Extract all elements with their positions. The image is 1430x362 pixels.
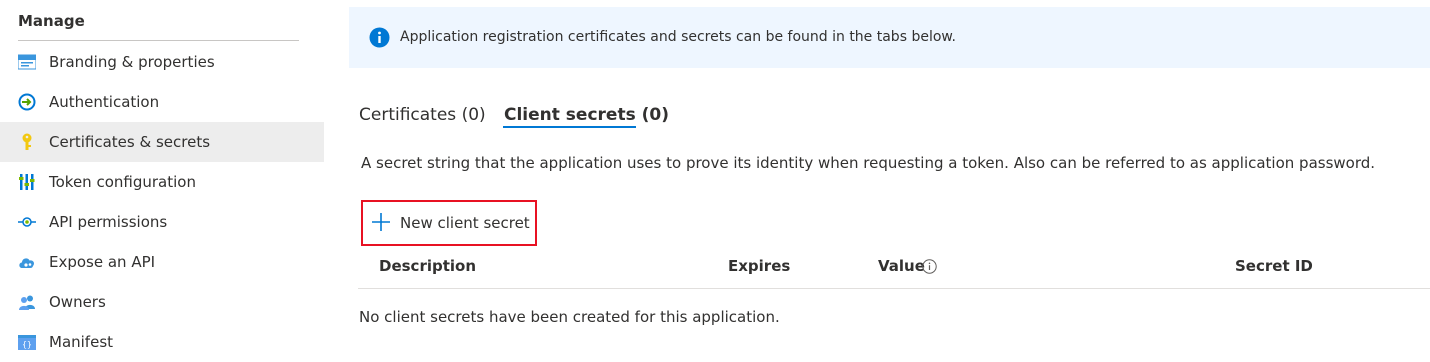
empty-table-message: No client secrets have been created for … xyxy=(359,308,780,326)
authentication-icon xyxy=(18,93,36,111)
sidebar: Manage Branding & properties Authenticat… xyxy=(0,0,325,362)
new-client-secret-label: New client secret xyxy=(400,214,530,232)
branding-icon xyxy=(18,53,36,71)
plus-icon xyxy=(371,212,391,232)
new-client-secret-button[interactable]: New client secret xyxy=(361,200,537,246)
sidebar-item-label: Owners xyxy=(49,293,106,311)
section-title-manage: Manage xyxy=(18,12,85,30)
sidebar-item-label: Manifest xyxy=(49,333,114,351)
api-permissions-icon xyxy=(18,213,36,231)
sidebar-item-expose-api[interactable]: Expose an API xyxy=(0,242,324,282)
svg-text:{}: {} xyxy=(22,340,32,349)
sidebar-item-owners[interactable]: Owners xyxy=(0,282,324,322)
tab-certificates[interactable]: Certificates (0) xyxy=(359,105,486,125)
column-header-value[interactable]: Value xyxy=(878,257,925,275)
key-icon xyxy=(18,133,36,151)
owners-icon xyxy=(18,293,36,311)
column-header-expires[interactable]: Expires xyxy=(728,257,790,275)
info-icon xyxy=(369,27,390,48)
info-banner: Application registration certificates an… xyxy=(349,7,1430,68)
sidebar-item-label: Branding & properties xyxy=(49,53,215,71)
sidebar-item-api-permissions[interactable]: API permissions xyxy=(0,202,324,242)
sidebar-item-manifest[interactable]: {} Manifest xyxy=(0,322,324,362)
column-header-secret-id[interactable]: Secret ID xyxy=(1235,257,1313,275)
table-header-divider xyxy=(358,288,1430,289)
sidebar-item-label: Token configuration xyxy=(49,173,196,191)
sidebar-item-label: API permissions xyxy=(49,213,168,231)
tab-client-secrets[interactable]: Client secrets (0) xyxy=(504,105,669,125)
section-divider xyxy=(18,40,299,41)
column-header-description[interactable]: Description xyxy=(379,257,476,275)
sidebar-item-token-configuration[interactable]: Token configuration xyxy=(0,162,324,202)
sidebar-item-authentication[interactable]: Authentication xyxy=(0,82,324,122)
manifest-icon: {} xyxy=(18,333,36,351)
client-secrets-description: A secret string that the application use… xyxy=(361,154,1376,172)
sidebar-item-certificates-secrets[interactable]: Certificates & secrets xyxy=(0,122,324,162)
tab-selected-indicator xyxy=(503,126,636,128)
sidebar-item-label: Authentication xyxy=(49,93,160,111)
banner-message: Application registration certificates an… xyxy=(400,29,957,45)
token-config-icon xyxy=(18,173,36,191)
sidebar-item-label: Certificates & secrets xyxy=(49,133,211,151)
cloud-api-icon xyxy=(18,253,36,271)
sidebar-item-branding[interactable]: Branding & properties xyxy=(0,42,324,82)
info-circle-icon[interactable] xyxy=(922,259,937,274)
app-root: Manage Branding & properties Authenticat… xyxy=(0,0,1430,362)
sidebar-item-label: Expose an API xyxy=(49,253,156,271)
